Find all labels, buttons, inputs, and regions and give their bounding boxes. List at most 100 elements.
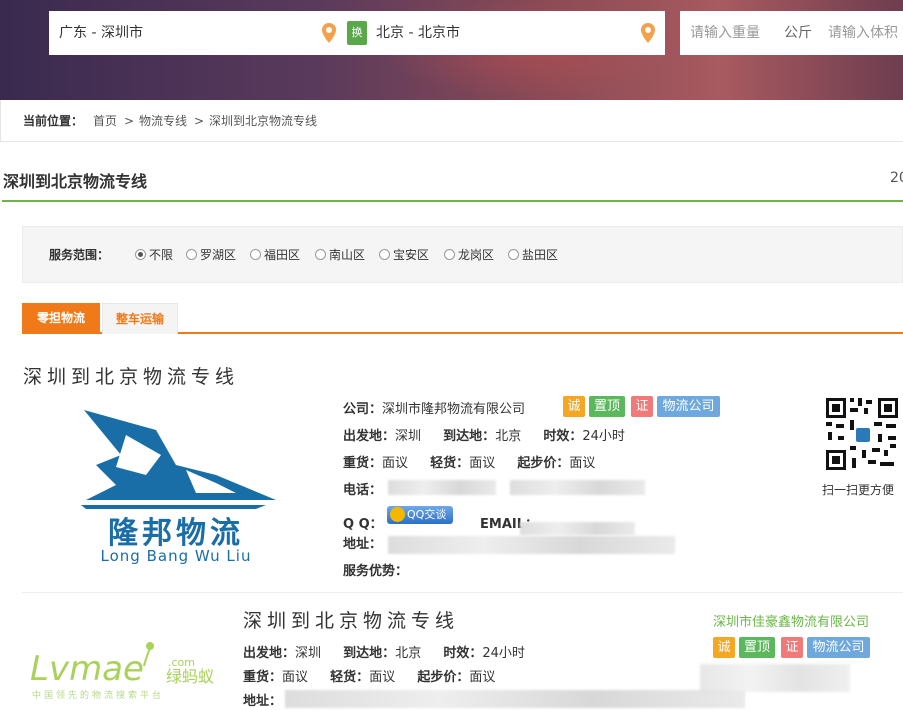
time-value: 24小时 — [482, 646, 525, 661]
service-area-filter: 服务范围： 不限 罗湖区 福田区 南山区 宝安区 龙岗区 盐田区 — [22, 226, 903, 283]
time-value: 24小时 — [582, 429, 625, 444]
price-row: 重货：面议 轻货：面议 起步价：面议 — [243, 666, 495, 685]
badge-certified: 证 — [781, 637, 803, 658]
address-row: 地址： — [343, 533, 382, 552]
price-row: 重货：面议 轻货：面议 起步价：面议 — [343, 452, 595, 471]
title-underline — [2, 200, 903, 202]
radio-icon[interactable] — [250, 249, 261, 260]
company-label: 公司： — [343, 402, 383, 417]
dest-value: 北京 — [495, 429, 522, 444]
tab-ftl[interactable]: 整车运输 — [102, 303, 178, 334]
radio-icon[interactable] — [508, 249, 519, 260]
radio-icon[interactable] — [379, 249, 390, 260]
route-row: 出发地：深圳 到达地：北京 时效：24小时 — [243, 642, 525, 661]
badge-integrity: 诚 — [563, 396, 585, 417]
radio-icon[interactable] — [315, 249, 326, 260]
origin-value: 深圳 — [395, 429, 422, 444]
transport-tabs: 零担物流 整车运输 — [22, 303, 903, 334]
filter-option-futian[interactable]: 福田区 — [250, 248, 300, 262]
origin-label: 出发地： — [343, 429, 396, 444]
badge-logistics-company: 物流公司 — [657, 396, 720, 417]
address-label: 地址： — [243, 694, 283, 709]
filter-option-nanshan[interactable]: 南山区 — [315, 248, 365, 262]
dest-value: 北京 — [395, 646, 422, 661]
time-label: 时效： — [543, 429, 583, 444]
phone-row: 电话： — [343, 479, 382, 498]
tab-ltl[interactable]: 零担物流 — [22, 303, 100, 334]
heavy-label: 重货： — [243, 670, 283, 685]
filter-option-label: 盐田区 — [522, 248, 559, 262]
swap-route-button[interactable]: 换 — [347, 21, 367, 45]
heavy-value: 面议 — [382, 456, 409, 471]
light-label: 轻货： — [330, 670, 370, 685]
radio-selected-icon[interactable] — [135, 249, 146, 260]
badge-logistics-company: 物流公司 — [807, 637, 870, 658]
heavy-value: 面议 — [282, 670, 309, 685]
breadcrumb: 当前位置： 首页 > 物流专线 > 深圳到北京物流专线 — [0, 100, 903, 142]
logo-text-cn: 隆邦物流 — [108, 516, 244, 551]
lvmae-logo[interactable]: Lvmae .com 绿蚂蚁 中国领先的物流搜索平台 — [28, 636, 228, 706]
weight-input[interactable]: 请输入重量 — [690, 11, 760, 55]
badge-top: 置顶 — [739, 637, 775, 658]
phone-label: 电话： — [343, 483, 383, 498]
address-label: 地址： — [343, 537, 383, 552]
filter-option-yantian[interactable]: 盐田区 — [508, 248, 558, 262]
company-name[interactable]: 深圳市隆邦物流有限公司 — [382, 402, 525, 417]
logo-text-cn: 绿蚂蚁 — [166, 667, 214, 686]
filter-label: 服务范围： — [49, 248, 110, 262]
breadcrumb-logistics-link[interactable]: 物流专线 — [139, 100, 187, 142]
page-title: 深圳到北京物流专线 — [3, 172, 148, 191]
volume-input[interactable]: 请输入体积 — [828, 11, 898, 55]
qq-row: Q Q： — [343, 513, 383, 532]
breadcrumb-current: 深圳到北京物流专线 — [209, 114, 318, 128]
dest-label: 到达地： — [443, 429, 496, 444]
company-name[interactable]: 深圳市佳豪鑫物流有限公司 — [713, 611, 869, 630]
logo-slogan: 中国领先的物流搜索平台 — [32, 689, 164, 701]
origin-input[interactable]: 广东 - 深圳市 — [59, 11, 143, 55]
logo-text-en: Lvmae — [30, 649, 144, 689]
location-pin-icon[interactable] — [641, 23, 655, 43]
advantage-label: 服务优势： — [343, 564, 409, 579]
origin-value: 深圳 — [295, 646, 322, 661]
destination-input[interactable]: 北京 - 北京市 — [376, 11, 460, 55]
radio-icon[interactable] — [186, 249, 197, 260]
filter-option-all[interactable]: 不限 — [135, 248, 173, 262]
location-pin-icon[interactable] — [322, 23, 336, 43]
filter-option-label: 罗湖区 — [200, 248, 237, 262]
light-value: 面议 — [469, 456, 496, 471]
route-row: 出发地：深圳 到达地：北京 时效：24小时 — [343, 425, 625, 444]
filter-option-baoan[interactable]: 宝安区 — [379, 248, 429, 262]
filter-option-label: 不限 — [149, 248, 174, 262]
route-search-box: 广东 - 深圳市 换 北京 - 北京市 — [49, 11, 665, 55]
cargo-size-box: 请输入重量 公斤 请输入体积 — [680, 11, 903, 55]
filter-option-label: 福田区 — [264, 248, 301, 262]
qq-label: Q Q： — [343, 517, 383, 532]
min-label: 起步价： — [517, 456, 570, 471]
breadcrumb-label: 当前位置： — [23, 114, 84, 128]
filter-option-label: 宝安区 — [393, 248, 430, 262]
listing-divider — [22, 592, 903, 593]
qr-code-icon — [824, 396, 900, 472]
radio-icon[interactable] — [444, 249, 455, 260]
email-blurred — [520, 522, 635, 535]
weight-unit: 公斤 — [784, 25, 812, 41]
listing-title[interactable]: 深圳到北京物流专线 — [23, 362, 239, 389]
filter-option-label: 南山区 — [329, 248, 366, 262]
address-blurred — [285, 690, 745, 708]
listing-title[interactable]: 深圳到北京物流专线 — [243, 606, 459, 633]
filter-option-luohu[interactable]: 罗湖区 — [186, 248, 236, 262]
longbang-logo[interactable]: 隆邦物流 Long Bang Wu Liu — [66, 405, 286, 565]
address-blurred — [700, 664, 850, 692]
address-blurred — [388, 536, 675, 554]
phone-blurred — [388, 480, 496, 495]
update-date: 20 — [890, 170, 903, 186]
badge-certified: 证 — [631, 396, 653, 417]
advantage-row: 服务优势： — [343, 560, 408, 579]
filter-option-longgang[interactable]: 龙岗区 — [444, 248, 494, 262]
breadcrumb-home-link[interactable]: 首页 — [93, 100, 117, 142]
qq-chat-button[interactable]: QQ交谈 — [387, 506, 453, 524]
dest-label: 到达地： — [343, 646, 396, 661]
badge-integrity: 诚 — [713, 637, 735, 658]
badge-top: 置顶 — [589, 396, 625, 417]
company-row: 公司：深圳市隆邦物流有限公司 — [343, 398, 525, 417]
